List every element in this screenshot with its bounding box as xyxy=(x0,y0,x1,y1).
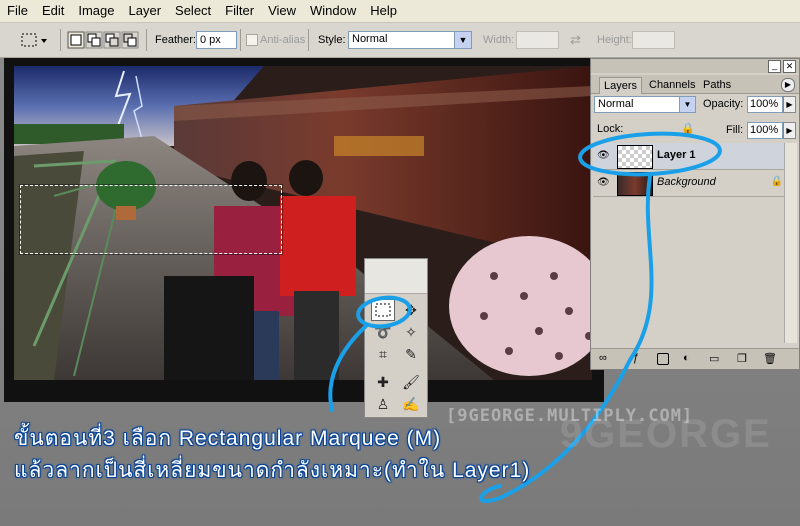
layer-thumbnail xyxy=(617,172,653,196)
new-group-icon[interactable]: ▭ xyxy=(709,352,719,365)
menu-window[interactable]: Window xyxy=(303,0,363,22)
style-select[interactable]: Normal ▼ xyxy=(348,31,472,49)
feather-label: Feather: xyxy=(155,34,196,46)
panel-titlebar: _ ✕ xyxy=(591,59,799,73)
menu-bar: File Edit Image Layer Select Filter View… xyxy=(0,0,800,23)
brush-tool[interactable]: 🖌 xyxy=(399,371,423,393)
menu-filter[interactable]: Filter xyxy=(218,0,261,22)
crop-tool[interactable]: ⌗ xyxy=(371,343,395,365)
new-selection-icon[interactable] xyxy=(67,31,85,49)
chevron-down-icon: ▼ xyxy=(454,32,471,48)
menu-view[interactable]: View xyxy=(261,0,303,22)
eye-icon[interactable]: 👁 xyxy=(597,177,610,188)
tools-panel: ✥ ➰ ✧ ⌗ ✎ ✚ 🖌 ♙ ✍ xyxy=(364,258,428,418)
clone-stamp-tool[interactable]: ♙ xyxy=(371,393,395,415)
height-input[interactable] xyxy=(632,31,675,49)
layer-lock-icon: 🔒 xyxy=(770,176,783,187)
healing-brush-tool[interactable]: ✚ xyxy=(371,371,395,393)
swap-dimensions-icon[interactable]: ⇄ xyxy=(570,31,581,49)
layer-mask-icon[interactable] xyxy=(657,353,669,365)
layer-style-icon[interactable]: ƒ xyxy=(633,352,639,364)
options-separator xyxy=(146,29,147,51)
magic-wand-tool[interactable]: ✧ xyxy=(399,321,423,343)
blend-mode-value: Normal xyxy=(598,98,634,110)
minimize-icon[interactable]: _ xyxy=(768,60,781,73)
lock-label: Lock: xyxy=(597,123,624,135)
new-layer-icon[interactable]: ❐ xyxy=(737,352,747,365)
caption-line-1: ขั้นตอนที่3 เลือก Rectangular Marquee (M… xyxy=(14,427,442,450)
options-bar: Feather: 0 px Anti-alias Style: Normal ▼… xyxy=(0,23,800,58)
tab-paths[interactable]: Paths xyxy=(699,77,735,93)
menu-select[interactable]: Select xyxy=(168,0,218,22)
antialias-checkbox[interactable] xyxy=(246,34,258,46)
opacity-slider-arrow-icon[interactable]: ▶ xyxy=(783,96,796,113)
panel-tabs: Layers Channels Paths ▶ xyxy=(591,75,799,94)
selection-mode-buttons xyxy=(67,30,139,50)
layers-panel-footer: ∞ ƒ ◐ ▭ ❐ 🗑 xyxy=(591,348,799,369)
menu-help[interactable]: Help xyxy=(363,0,404,22)
fill-slider-arrow-icon[interactable]: ▶ xyxy=(783,122,796,139)
layer-thumbnail xyxy=(617,145,653,169)
fill-input[interactable]: 100% xyxy=(747,122,783,139)
eye-icon[interactable]: 👁 xyxy=(597,150,610,161)
chevron-down-icon: ▼ xyxy=(679,97,695,112)
blend-mode-select[interactable]: Normal ▼ xyxy=(594,96,696,113)
rectangular-marquee-tool[interactable] xyxy=(371,299,395,321)
options-separator xyxy=(240,29,241,51)
tool-preset-picker[interactable] xyxy=(20,31,50,49)
options-separator xyxy=(308,29,309,51)
opacity-label: Opacity: xyxy=(703,98,744,110)
menu-edit[interactable]: Edit xyxy=(35,0,71,22)
adjustment-layer-icon[interactable]: ◐ xyxy=(683,352,690,364)
layer-row-background[interactable]: 👁 Background 🔒 xyxy=(593,170,793,197)
subtract-selection-icon[interactable] xyxy=(103,31,121,49)
panel-menu-icon[interactable]: ▶ xyxy=(781,78,795,92)
tools-panel-header xyxy=(365,259,427,294)
link-layers-icon[interactable]: ∞ xyxy=(599,352,607,364)
fill-label: Fill: xyxy=(726,124,744,136)
options-separator xyxy=(60,29,61,51)
width-input[interactable] xyxy=(516,31,559,49)
feather-input[interactable]: 0 px xyxy=(196,31,237,49)
lock-icon[interactable]: 🔒 xyxy=(681,122,695,135)
tab-layers[interactable]: Layers xyxy=(599,77,643,94)
antialias-label: Anti-alias xyxy=(260,34,306,46)
rectangular-marquee-icon xyxy=(375,303,391,317)
slice-tool[interactable]: ✎ xyxy=(399,343,423,365)
width-label: Width: xyxy=(483,34,515,46)
move-tool[interactable]: ✥ xyxy=(399,299,423,321)
menu-image[interactable]: Image xyxy=(71,0,121,22)
history-brush-tool[interactable]: ✍ xyxy=(399,393,423,415)
watermark-url: [9GEORGE.MULTIPLY.COM] xyxy=(446,406,694,426)
layer-name: Layer 1 xyxy=(657,149,696,161)
panel-scrollbar[interactable] xyxy=(784,143,797,343)
rectangular-selection-marquee[interactable] xyxy=(20,185,282,254)
intersect-selection-icon[interactable] xyxy=(121,31,139,49)
layer-name: Background xyxy=(657,176,716,188)
style-select-value: Normal xyxy=(352,33,388,45)
style-label: Style: xyxy=(318,34,346,46)
marquee-preset-icon xyxy=(21,33,47,47)
close-icon[interactable]: ✕ xyxy=(783,60,796,73)
caption-line-2: แล้วลากเป็นสี่เหลี่ยมขนาดกำลังเหมาะ(ทำใน… xyxy=(14,459,531,482)
delete-layer-icon[interactable]: 🗑 xyxy=(763,352,777,365)
height-label: Height: xyxy=(597,34,632,46)
tab-channels[interactable]: Channels xyxy=(645,77,699,93)
lasso-tool[interactable]: ➰ xyxy=(371,321,395,343)
layer-row-layer-1[interactable]: 👁 Layer 1 xyxy=(593,143,793,170)
menu-layer[interactable]: Layer xyxy=(122,0,169,22)
layers-panel: _ ✕ Layers Channels Paths ▶ Normal ▼ Opa… xyxy=(590,58,800,370)
add-selection-icon[interactable] xyxy=(85,31,103,49)
opacity-input[interactable]: 100% xyxy=(747,96,783,113)
menu-file[interactable]: File xyxy=(0,0,35,22)
